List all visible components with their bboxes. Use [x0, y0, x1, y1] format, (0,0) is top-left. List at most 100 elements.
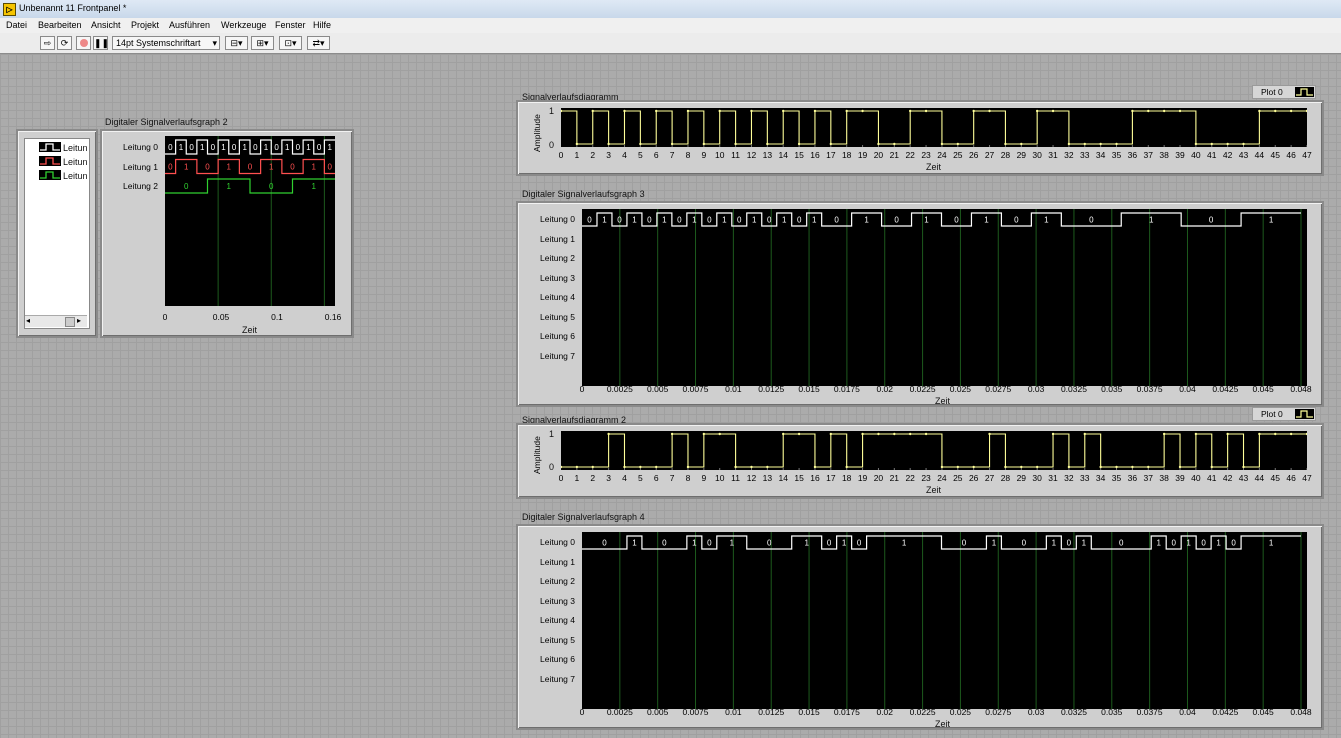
menu-ausfuehren[interactable]: Ausführen: [169, 20, 210, 30]
wf1-svg-xtick: 41: [1207, 150, 1217, 160]
dg3-row-0-state-label: 1: [722, 216, 727, 225]
dg3-xtick: 0.0125: [758, 384, 785, 394]
scroll-left-icon[interactable]: ◂: [26, 316, 30, 325]
wf2-plot-legend[interactable]: Plot 0: [1252, 407, 1316, 421]
dg3-xtick: 0: [579, 384, 585, 394]
dg3-channel-label: Leitung 6: [540, 331, 575, 341]
scroll-right-icon[interactable]: ▸: [77, 316, 81, 325]
wf2-svg-xtick: 6: [653, 473, 659, 483]
plot-line-icon: [1295, 87, 1314, 97]
dg4-xtick: 0.03: [1027, 707, 1045, 717]
menu-hilfe[interactable]: Hilfe: [313, 20, 331, 30]
wf1-svg-xtick: 20: [873, 150, 884, 160]
dg3-row-0-state-label: 0: [834, 216, 839, 225]
menu-bearbeiten[interactable]: Bearbeiten: [38, 20, 82, 30]
dg3-row-0-state-label: 1: [1149, 216, 1154, 225]
plot-line-icon: [1295, 409, 1314, 419]
dg2-row-0-state-label: 0: [274, 143, 279, 152]
wf2-svg-xtick: 20: [873, 473, 884, 483]
wf2-svg-point: [1067, 465, 1071, 469]
wf2-svg-point: [956, 465, 960, 469]
align-objects-button[interactable]: ⊟▾: [225, 36, 248, 50]
wf2-svg-xtick: 26: [968, 473, 979, 483]
wf1-svg-point: [718, 109, 721, 113]
wf2-svg-point: [972, 465, 975, 469]
menu-werkzeuge[interactable]: Werkzeuge: [221, 20, 266, 30]
wf1-svg-point: [893, 142, 896, 146]
dg2-xtick: 0.05: [212, 312, 230, 322]
wf2-svg-xtick: 28: [1000, 473, 1011, 483]
dg2-channel-label: Leitung 1: [123, 161, 158, 172]
dg3-xtick: 0.04: [1179, 384, 1196, 394]
scroll-thumb[interactable]: [65, 317, 75, 327]
wf2-svg-point: [1194, 432, 1198, 436]
dg3-row-0-state-label: 1: [984, 216, 989, 225]
wf1-svg-xtick: 21: [889, 150, 900, 160]
dg2-row-0-state-label: 0: [253, 143, 258, 152]
dg4-xtick: 0.025: [949, 707, 972, 717]
abort-button[interactable]: [76, 36, 91, 50]
wf1-svg-xtick: 5: [637, 150, 643, 160]
wf2-svg-xtick: 22: [905, 473, 915, 483]
menu-fenster[interactable]: Fenster: [275, 20, 306, 30]
run-button[interactable]: ⇨: [40, 36, 55, 50]
dg3-row-0-state-label: 0: [1014, 216, 1019, 225]
wf2-svg-xtick: 2: [590, 473, 596, 483]
wf1-svg-point: [845, 109, 848, 113]
dg2-row-1-state-label: 1: [184, 163, 189, 172]
pause-button[interactable]: ❚❚: [93, 36, 109, 50]
font-select[interactable]: 14pt Systemschriftart ▾: [112, 36, 220, 50]
dg4-xtick: 0.0325: [1060, 707, 1087, 717]
wf1-plot-legend[interactable]: Plot 0: [1252, 85, 1316, 99]
wf1-svg-point: [1083, 142, 1086, 146]
wf2-svg-xtick: 7: [669, 473, 675, 483]
menu-projekt[interactable]: Projekt: [131, 20, 159, 30]
reorder-button[interactable]: ⇄▾: [307, 36, 330, 50]
wf2-svg-xtick: 12: [746, 473, 757, 483]
run-continuously-button[interactable]: ⟳: [57, 36, 72, 50]
wf2-svg-xtick: 24: [937, 473, 947, 483]
dg2-xlabel: Zeit: [242, 325, 258, 335]
dg3-row-0-state-label: 1: [782, 216, 787, 225]
dg2-channel-label: Leitung 0: [123, 142, 158, 152]
dg4-channel-label: Leitung 1: [540, 556, 575, 567]
wf1-svg-point: [988, 109, 991, 113]
wf2-svg-point: [845, 465, 848, 469]
dg3-channel-label: Leitung 7: [540, 350, 575, 361]
wf1-svg-xtick: 25: [953, 150, 963, 160]
dg4-row-0-state-label: 1: [902, 539, 907, 548]
distribute-objects-button[interactable]: ⊞▾: [251, 36, 274, 50]
dg2-row-0-state-label: 0: [189, 143, 194, 152]
dg4-row-0-state-label: 0: [707, 539, 712, 548]
wf1-svg-point: [797, 142, 801, 146]
dg4-channel-label: Leitung 6: [540, 654, 575, 664]
wf1-svg-xtick: 4: [622, 150, 627, 160]
wf2-svg-xtick: 32: [1064, 473, 1074, 483]
legend-scrollbar[interactable]: ◂ ▸: [25, 315, 87, 327]
dg3-row-0-state-label: 1: [632, 216, 637, 225]
dg4-row-0-state-label: 1: [632, 539, 637, 548]
menu-ansicht[interactable]: Ansicht: [91, 20, 121, 30]
wf1-svg-point: [1004, 142, 1007, 146]
dg3-row-0-state-label: 0: [767, 216, 772, 225]
wf1-svg-xtick: 32: [1064, 150, 1074, 160]
wf1-plot-area: [561, 108, 1307, 147]
wf2-svg-point: [718, 432, 721, 436]
wf1-ytick-0: 0: [549, 140, 555, 150]
wf2-svg-xtick: 36: [1127, 473, 1138, 483]
resize-objects-button[interactable]: ⊡▾: [279, 36, 302, 50]
wf1-svg-point: [1147, 109, 1150, 113]
wf2-svg-point: [1083, 432, 1086, 436]
wf1-svg-xtick: 23: [921, 150, 931, 160]
wf2-svg-point: [861, 432, 864, 436]
wf2-svg-xtick: 19: [857, 473, 868, 483]
dg3-row-0-state-label: 0: [894, 216, 899, 225]
dg4-channel-label: Leitung 7: [540, 673, 575, 684]
dg2-row-1-state-label: 1: [269, 163, 274, 172]
dg2-row-2-state-label: 1: [312, 182, 317, 191]
wf2-svg-point: [940, 465, 944, 469]
dg2-row-1-state-label: 0: [248, 163, 253, 172]
wf2-svg-xtick: 31: [1048, 473, 1058, 483]
wf1-svg-point: [686, 109, 690, 113]
menu-datei[interactable]: Datei: [6, 20, 27, 30]
